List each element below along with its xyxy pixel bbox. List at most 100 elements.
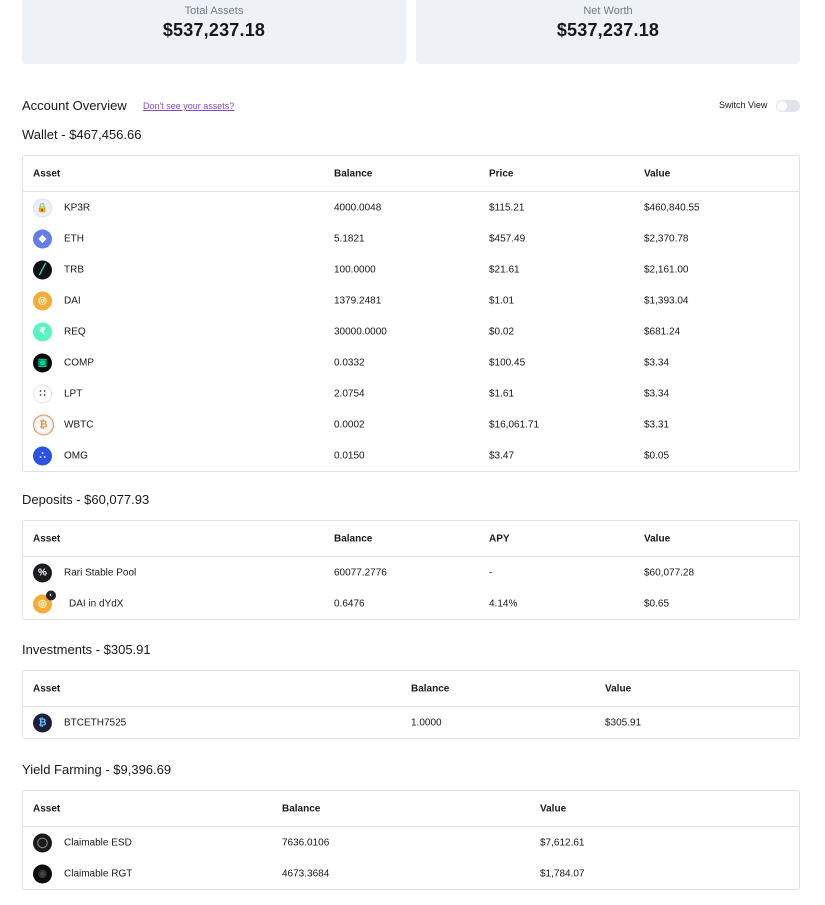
cell-value: $2,161.00 — [644, 264, 689, 275]
wallet-table: Asset Balance Price Value 🔒 KP3R 4000.0048 $115… — [22, 155, 800, 472]
column-header-price: Price — [489, 168, 514, 179]
table-row[interactable]: ₿ BTCETH7525 1.0000 $305.91 — [23, 707, 799, 738]
cell-value: $1,393.04 — [644, 295, 689, 306]
table-row[interactable]: ₹ REQ 30000.0000 $0.02 $681.24 — [23, 316, 799, 347]
missing-assets-link[interactable]: Don't see your assets? — [143, 101, 234, 111]
compound-icon: ▣ — [33, 353, 52, 372]
cell-asset: DAI in dYdX — [69, 598, 124, 609]
table-header: Asset Balance APY Value — [23, 521, 799, 557]
column-header-value: Value — [540, 803, 567, 814]
table-row[interactable]: ◎ DAI 1379.2481 $1.01 $1,393.04 — [23, 285, 799, 316]
column-header-asset: Asset — [33, 683, 61, 694]
cell-value: $2,370.78 — [644, 233, 689, 244]
yield-farming-table: Asset Balance Value ◯ Claimable ESD 7636.0106… — [22, 790, 800, 890]
cell-balance: 2.0754 — [334, 388, 365, 399]
cell-balance: 30000.0000 — [334, 326, 387, 337]
cell-balance: 100.0000 — [334, 264, 376, 275]
table-row[interactable]: ◆ ETH 5.1821 $457.49 $2,370.78 — [23, 223, 799, 254]
switch-view-toggle[interactable] — [776, 100, 800, 112]
net-worth-card: Net Worth $537,237.18 — [416, 0, 800, 64]
cell-balance: 0.6476 — [334, 598, 365, 609]
cell-balance: 0.0150 — [334, 450, 365, 461]
column-header-apy: APY — [489, 533, 510, 544]
dydx-badge-icon: ◐ — [46, 590, 56, 600]
cell-value: $3.34 — [644, 388, 670, 399]
cell-balance: 7636.0106 — [282, 837, 330, 848]
cell-price: $457.49 — [489, 233, 526, 244]
table-row[interactable]: 🔒 KP3R 4000.0048 $115.21 $460,840.55 — [23, 192, 799, 223]
table-row[interactable]: ◯ Claimable ESD 7636.0106 $7,612.61 — [23, 827, 799, 858]
yield-farming-title: Yield Farming - $9,396.69 — [22, 762, 172, 777]
table-row[interactable]: ◉ Claimable RGT 4673.3684 $1,784.07 — [23, 858, 799, 889]
cell-balance: 0.0002 — [334, 419, 365, 430]
table-header: Asset Balance Price Value — [23, 156, 799, 192]
table-row[interactable]: ∴ OMG 0.0150 $3.47 $0.05 — [23, 440, 799, 471]
cell-balance: 5.1821 — [334, 233, 365, 244]
cell-apy: 4.14% — [489, 598, 518, 609]
net-worth-label: Net Worth — [583, 5, 633, 17]
total-assets-label: Total Assets — [184, 5, 244, 17]
deposits-table: Asset Balance APY Value% Rari Stable Pool 600… — [22, 520, 800, 620]
request-icon: ₹ — [33, 322, 52, 341]
cell-asset: KP3R — [64, 202, 91, 213]
omg-icon: ∴ — [33, 446, 52, 465]
lock-icon: 🔒 — [33, 198, 52, 217]
column-header-balance: Balance — [334, 168, 373, 179]
cell-asset: Rari Stable Pool — [64, 567, 137, 578]
table-row[interactable]: ₿ WBTC 0.0002 $16,061.71 $3.31 — [23, 409, 799, 440]
cell-balance: 0.0332 — [334, 357, 365, 368]
cell-asset: OMG — [64, 450, 88, 461]
cell-price: $115.21 — [489, 202, 525, 213]
cell-price: $21.61 — [489, 264, 520, 275]
cell-asset: ETH — [64, 233, 84, 244]
column-header-balance: Balance — [411, 683, 450, 694]
cell-price: $100.45 — [489, 357, 526, 368]
cell-price: $3.47 — [489, 450, 515, 461]
cell-asset: REQ — [64, 326, 86, 337]
table-header: Asset Balance Value — [23, 791, 799, 827]
cell-value: $681.24 — [644, 326, 681, 337]
net-worth-value: $537,237.18 — [556, 20, 660, 40]
investments-title: Investments - $305.91 — [22, 642, 151, 657]
table-row[interactable]: ▣ COMP 0.0332 $100.45 $3.34 — [23, 347, 799, 378]
column-header-value: Value — [605, 683, 632, 694]
cell-balance: 60077.2776 — [334, 567, 387, 578]
table-row[interactable]: % Rari Stable Pool 60077.2776 - $60,077.28 — [23, 557, 799, 588]
cell-apy: - — [489, 567, 493, 578]
cell-asset: DAI — [64, 295, 81, 306]
total-assets-value: $537,237.18 — [162, 20, 266, 40]
cell-balance: 1.0000 — [411, 717, 442, 728]
wallet-title: Wallet - $467,456.66 — [22, 127, 142, 142]
esd-icon: ◯ — [33, 833, 52, 852]
cell-price: $16,061.71 — [489, 419, 540, 430]
cell-asset: LPT — [64, 388, 83, 399]
cell-value: $1,784.07 — [540, 868, 585, 879]
cell-value: $305.91 — [605, 717, 642, 728]
table-row[interactable]: ∷ LPT 2.0754 $1.61 $3.34 — [23, 378, 799, 409]
cell-asset: Claimable RGT — [64, 868, 133, 879]
wbtc-icon: ₿ — [33, 414, 54, 435]
cell-price: $1.01 — [489, 295, 515, 306]
dai-icon: ◎ ◐ — [33, 590, 56, 613]
btceth-icon: ₿ — [33, 713, 52, 732]
cell-balance: 4673.3684 — [282, 868, 330, 879]
column-header-value: Value — [644, 533, 671, 544]
table-row[interactable]: ╱ TRB 100.0000 $21.61 $2,161.00 — [23, 254, 799, 285]
cell-balance: 4000.0048 — [334, 202, 382, 213]
table-row[interactable]: ◎ ◐ DAI in dYdX 0.6476 4.14% $0.65 — [23, 588, 799, 619]
table-header: Asset Balance Value — [23, 671, 799, 707]
cell-price: $0.02 — [489, 326, 515, 337]
total-assets-card: Total Assets $537,237.18 — [22, 0, 406, 64]
cell-asset: TRB — [64, 264, 84, 275]
rari-icon: % — [33, 563, 52, 582]
column-header-balance: Balance — [282, 803, 321, 814]
column-header-value: Value — [644, 168, 671, 179]
cell-value: $7,612.61 — [540, 837, 585, 848]
cell-value: $0.05 — [644, 450, 670, 461]
cell-value: $0.65 — [644, 598, 670, 609]
column-header-asset: Asset — [33, 533, 61, 544]
cell-asset: BTCETH7525 — [64, 717, 127, 728]
cell-price: $1.61 — [489, 388, 515, 399]
deposits-title: Deposits - $60,077.93 — [22, 492, 150, 507]
column-header-asset: Asset — [33, 803, 61, 814]
